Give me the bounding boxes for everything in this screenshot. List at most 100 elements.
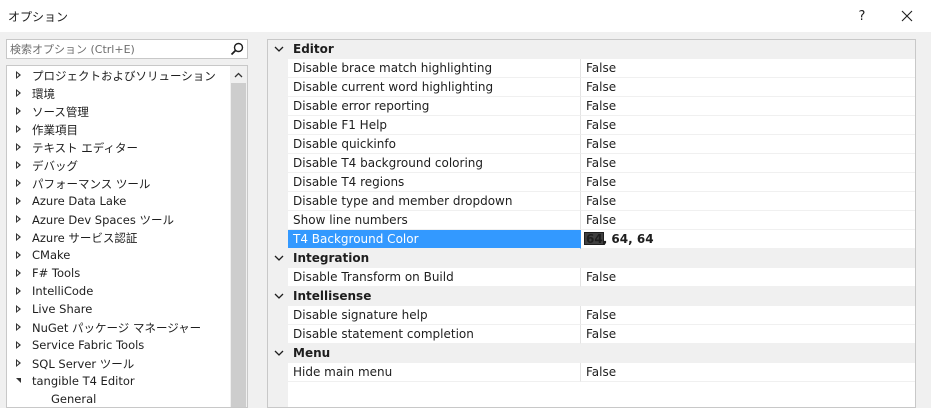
property-value[interactable]: False: [581, 59, 915, 78]
property-name[interactable]: T4 Background Color: [288, 230, 581, 249]
tree-item-text-editor[interactable]: テキスト エディター: [7, 138, 231, 156]
property-row[interactable]: Disable Transform on Build False: [268, 268, 915, 287]
property-name[interactable]: Disable T4 background coloring: [288, 154, 581, 173]
property-value[interactable]: 64, 64, 64: [581, 230, 915, 249]
expand-arrow-icon[interactable]: [16, 71, 21, 79]
tree-item-live-share[interactable]: Live Share: [7, 300, 231, 318]
property-value[interactable]: False: [581, 211, 915, 230]
category-menu[interactable]: Menu: [268, 344, 915, 363]
property-row[interactable]: Disable quickinfo False: [268, 135, 915, 154]
scroll-thumb[interactable]: [231, 83, 246, 407]
tree-item-sql-server-tools[interactable]: SQL Server ツール: [7, 354, 231, 372]
tree-item-service-fabric[interactable]: Service Fabric Tools: [7, 336, 231, 354]
tree-item-debugging[interactable]: デバッグ: [7, 156, 231, 174]
property-value[interactable]: False: [581, 363, 915, 382]
category-label: Menu: [293, 346, 331, 360]
tree-item-general[interactable]: General: [7, 390, 231, 407]
tree-item-environment[interactable]: 環境: [7, 84, 231, 102]
collapse-chevron-icon[interactable]: [274, 253, 284, 263]
property-row-selected[interactable]: T4 Background Color 64, 64, 64: [268, 230, 915, 249]
property-row[interactable]: Disable error reporting False: [268, 97, 915, 116]
search-input[interactable]: [7, 40, 230, 58]
tree-item-label: SQL Server ツール: [32, 357, 135, 371]
expand-arrow-icon[interactable]: [16, 287, 21, 295]
property-row[interactable]: Disable type and member dropdown False: [268, 192, 915, 211]
expand-arrow-icon[interactable]: [16, 89, 21, 97]
property-row[interactable]: Disable current word highlighting False: [268, 78, 915, 97]
property-row[interactable]: Disable statement completion False: [268, 325, 915, 344]
collapse-chevron-icon[interactable]: [274, 44, 284, 54]
tree-item-work-items[interactable]: 作業項目: [7, 120, 231, 138]
category-editor[interactable]: Editor: [268, 40, 915, 59]
window-title: オプション: [8, 10, 69, 24]
tree-item-azure-data-lake[interactable]: Azure Data Lake: [7, 192, 231, 210]
property-value[interactable]: False: [581, 268, 915, 287]
property-name[interactable]: Hide main menu: [288, 363, 581, 382]
property-name[interactable]: Disable type and member dropdown: [288, 192, 581, 211]
property-row[interactable]: Show line numbers False: [268, 211, 915, 230]
property-value[interactable]: False: [581, 78, 915, 97]
close-button[interactable]: [895, 4, 919, 28]
expand-arrow-icon[interactable]: [16, 233, 21, 241]
property-row[interactable]: Disable brace match highlighting False: [268, 59, 915, 78]
collapse-chevron-icon[interactable]: [274, 291, 284, 301]
collapse-arrow-icon[interactable]: [16, 378, 21, 383]
tree-item-azure-service-auth[interactable]: Azure サービス認証: [7, 228, 231, 246]
expand-arrow-icon[interactable]: [16, 323, 21, 331]
tree-item-cmake[interactable]: CMake: [7, 246, 231, 264]
search-icon[interactable]: [230, 42, 244, 56]
category-intellisense[interactable]: Intellisense: [268, 287, 915, 306]
property-name[interactable]: Disable current word highlighting: [288, 78, 581, 97]
tree-item-projects-solutions[interactable]: プロジェクトおよびソリューション: [7, 66, 231, 84]
expand-arrow-icon[interactable]: [16, 179, 21, 187]
property-row[interactable]: Hide main menu False: [268, 363, 915, 382]
property-name[interactable]: Disable Transform on Build: [288, 268, 581, 287]
property-row[interactable]: Disable signature help False: [268, 306, 915, 325]
tree-item-azure-dev-spaces[interactable]: Azure Dev Spaces ツール: [7, 210, 231, 228]
property-value[interactable]: False: [581, 173, 915, 192]
property-value[interactable]: False: [581, 116, 915, 135]
tree-item-tangible-t4-editor[interactable]: tangible T4 Editor: [7, 372, 231, 390]
help-button[interactable]: ?: [850, 4, 874, 28]
property-name[interactable]: Disable statement completion: [288, 325, 581, 344]
property-value[interactable]: False: [581, 325, 915, 344]
expand-arrow-icon[interactable]: [16, 341, 21, 349]
property-value[interactable]: False: [581, 306, 915, 325]
expand-arrow-icon[interactable]: [16, 197, 21, 205]
property-name[interactable]: Disable quickinfo: [288, 135, 581, 154]
property-name[interactable]: Disable signature help: [288, 306, 581, 325]
tree-item-source-control[interactable]: ソース管理: [7, 102, 231, 120]
property-name[interactable]: Show line numbers: [288, 211, 581, 230]
property-name[interactable]: Disable error reporting: [288, 97, 581, 116]
tree-item-label: F# Tools: [32, 266, 81, 280]
expand-arrow-icon[interactable]: [16, 125, 21, 133]
scroll-up-button[interactable]: [230, 66, 247, 83]
property-row[interactable]: Disable F1 Help False: [268, 116, 915, 135]
expand-arrow-icon[interactable]: [16, 251, 21, 259]
tree-item-nuget[interactable]: NuGet パッケージ マネージャー: [7, 318, 231, 336]
property-value[interactable]: False: [581, 192, 915, 211]
tree-item-intellicode[interactable]: IntelliCode: [7, 282, 231, 300]
property-value-text: False: [586, 99, 617, 113]
tree-item-performance-tools[interactable]: パフォーマンス ツール: [7, 174, 231, 192]
expand-arrow-icon[interactable]: [16, 269, 21, 277]
expand-arrow-icon[interactable]: [16, 305, 21, 313]
tree-scrollbar[interactable]: [230, 66, 247, 407]
expand-arrow-icon[interactable]: [16, 215, 21, 223]
property-name[interactable]: Disable T4 regions: [288, 173, 581, 192]
tree-item-fsharp-tools[interactable]: F# Tools: [7, 264, 231, 282]
property-row[interactable]: Disable T4 regions False: [268, 173, 915, 192]
property-value[interactable]: False: [581, 135, 915, 154]
category-integration[interactable]: Integration: [268, 249, 915, 268]
property-value[interactable]: False: [581, 154, 915, 173]
expand-arrow-icon[interactable]: [16, 107, 21, 115]
property-value[interactable]: False: [581, 97, 915, 116]
collapse-chevron-icon[interactable]: [274, 348, 284, 358]
property-name[interactable]: Disable F1 Help: [288, 116, 581, 135]
property-value-text[interactable]: 64, 64, 64: [586, 232, 654, 246]
property-name[interactable]: Disable brace match highlighting: [288, 59, 581, 78]
property-row[interactable]: Disable T4 background coloring False: [268, 154, 915, 173]
expand-arrow-icon[interactable]: [16, 161, 21, 169]
expand-arrow-icon[interactable]: [16, 143, 21, 151]
expand-arrow-icon[interactable]: [16, 359, 21, 367]
